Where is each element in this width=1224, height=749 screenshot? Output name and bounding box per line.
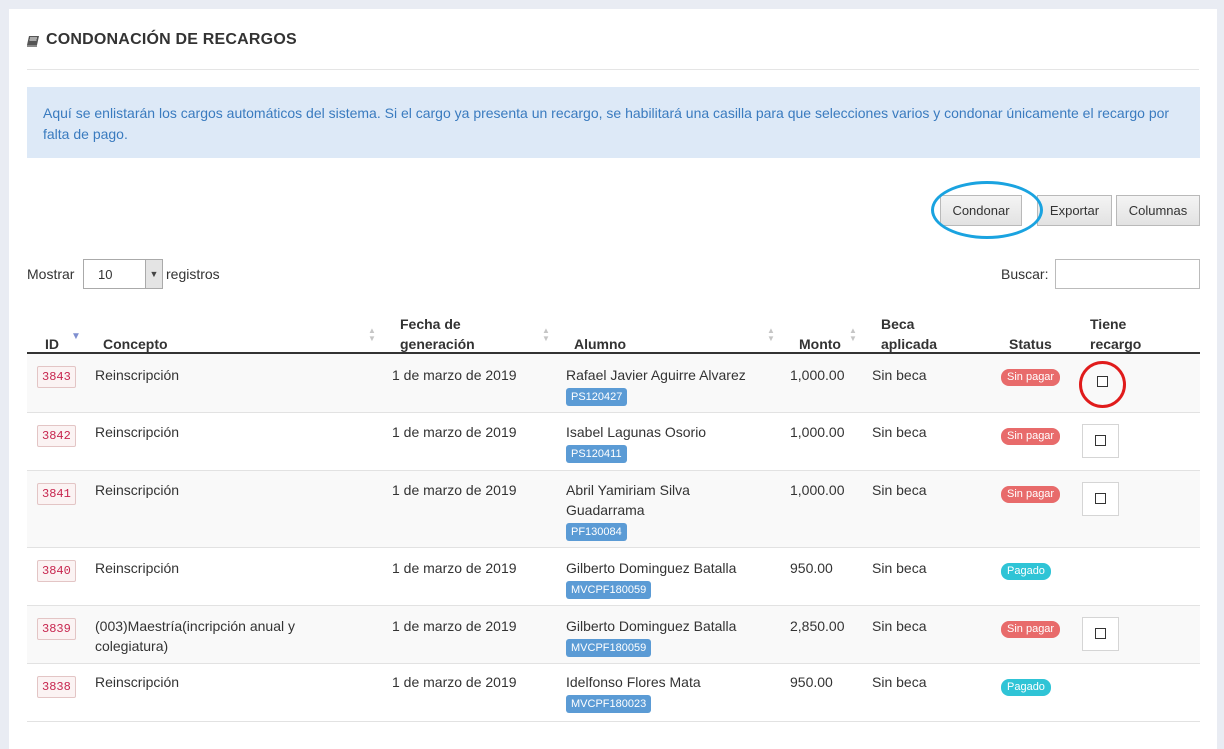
id-tag: 3841 bbox=[37, 483, 76, 505]
chevron-down-icon: ▼ bbox=[145, 260, 162, 288]
status-badge: Sin pagar bbox=[1001, 369, 1061, 386]
beca-cell: Sin beca bbox=[872, 618, 927, 634]
fecha-cell: 1 de marzo de 2019 bbox=[392, 560, 517, 576]
book-icon bbox=[27, 36, 39, 47]
monto-cell: 2,850.00 bbox=[790, 618, 845, 634]
checkbox-square bbox=[1095, 435, 1106, 446]
export-button[interactable]: Exportar bbox=[1037, 195, 1112, 226]
sort-both-icon: ▲ ▼ bbox=[542, 326, 550, 343]
concepto-cell: Reinscripción bbox=[95, 482, 180, 498]
matricula-tag: PF130084 bbox=[566, 523, 627, 541]
student-name: Abril Yamiriam Silva Guadarrama bbox=[566, 482, 690, 518]
search-label: Buscar: bbox=[1001, 266, 1049, 282]
table-row[interactable]: 3843 Reinscripción 1 de marzo de 2019 Ra… bbox=[27, 354, 1200, 413]
student-name: Gilberto Dominguez Batalla bbox=[566, 618, 737, 634]
recargo-checkbox[interactable] bbox=[1082, 424, 1119, 458]
col-header-recargo[interactable]: Tiene recargo bbox=[1090, 314, 1141, 354]
recargo-checkbox[interactable] bbox=[1097, 376, 1108, 387]
alumno-cell: Abril Yamiriam Silva Guadarrama PF130084 bbox=[566, 480, 741, 541]
beca-cell: Sin beca bbox=[872, 560, 927, 576]
alumno-cell: Gilberto Dominguez Batalla MVCPF180059 bbox=[566, 616, 766, 657]
col-header-concepto[interactable]: Concepto bbox=[103, 334, 168, 354]
col-header-status[interactable]: Status bbox=[1009, 334, 1052, 354]
id-tag: 3839 bbox=[37, 618, 76, 640]
page-length-value: 10 bbox=[98, 267, 113, 282]
beca-cell: Sin beca bbox=[872, 482, 927, 498]
alumno-cell: Idelfonso Flores Mata MVCPF180023 bbox=[566, 672, 766, 713]
fecha-cell: 1 de marzo de 2019 bbox=[392, 618, 517, 634]
sort-desc-icon: ▼ bbox=[71, 331, 81, 342]
alumno-cell: Rafael Javier Aguirre Alvarez PS120427 bbox=[566, 365, 766, 406]
recargo-checkbox[interactable] bbox=[1082, 617, 1119, 651]
matricula-tag: PS120427 bbox=[566, 388, 628, 406]
recargo-checkbox[interactable] bbox=[1082, 482, 1119, 516]
concepto-cell: (003)Maestría(incripción anual y colegia… bbox=[95, 618, 295, 654]
matricula-tag: MVCPF180059 bbox=[566, 639, 652, 657]
id-tag: 3842 bbox=[37, 425, 76, 447]
concepto-cell: Reinscripción bbox=[95, 424, 180, 440]
concepto-cell: Reinscripción bbox=[95, 367, 180, 383]
student-name: Gilberto Dominguez Batalla bbox=[566, 560, 737, 576]
concepto-cell: Reinscripción bbox=[95, 560, 180, 576]
monto-cell: 1,000.00 bbox=[790, 482, 845, 498]
alumno-cell: Gilberto Dominguez Batalla MVCPF180059 bbox=[566, 558, 766, 599]
beca-cell: Sin beca bbox=[872, 424, 927, 440]
page-length-label: Mostrar bbox=[27, 266, 75, 282]
col-header-fecha[interactable]: Fecha de generación bbox=[400, 314, 475, 354]
id-tag: 3838 bbox=[37, 676, 76, 698]
page-length-select[interactable]: 10 ▼ bbox=[83, 259, 163, 289]
status-badge: Pagado bbox=[1001, 563, 1051, 580]
col-header-id[interactable]: ID bbox=[45, 334, 59, 354]
condonar-button[interactable]: Condonar bbox=[940, 195, 1022, 226]
student-name: Idelfonso Flores Mata bbox=[566, 674, 701, 690]
monto-cell: 950.00 bbox=[790, 674, 833, 690]
table-row[interactable]: 3838 Reinscripción 1 de marzo de 2019 Id… bbox=[27, 664, 1200, 722]
matricula-tag: MVCPF180059 bbox=[566, 581, 652, 599]
sort-both-icon: ▲ ▼ bbox=[767, 326, 775, 343]
fecha-cell: 1 de marzo de 2019 bbox=[392, 424, 517, 440]
col-header-monto[interactable]: Monto bbox=[799, 334, 841, 354]
status-badge: Sin pagar bbox=[1001, 621, 1061, 638]
monto-cell: 1,000.00 bbox=[790, 367, 845, 383]
matricula-tag: MVCPF180023 bbox=[566, 695, 652, 713]
monto-cell: 1,000.00 bbox=[790, 424, 845, 440]
columns-button[interactable]: Columnas bbox=[1116, 195, 1200, 226]
fecha-cell: 1 de marzo de 2019 bbox=[392, 482, 517, 498]
main-panel: CONDONACIÓN DE RECARGOS Aquí se enlistar… bbox=[9, 9, 1217, 749]
fecha-cell: 1 de marzo de 2019 bbox=[392, 367, 517, 383]
status-badge: Pagado bbox=[1001, 679, 1051, 696]
id-tag: 3843 bbox=[37, 366, 76, 388]
col-header-alumno[interactable]: Alumno bbox=[574, 334, 626, 354]
checkbox-square bbox=[1095, 493, 1106, 504]
records-label: registros bbox=[166, 266, 220, 282]
id-tag: 3840 bbox=[37, 560, 76, 582]
beca-cell: Sin beca bbox=[872, 674, 927, 690]
search-input[interactable] bbox=[1055, 259, 1200, 289]
student-name: Isabel Lagunas Osorio bbox=[566, 424, 707, 440]
table-header: ID ▼ Concepto ▲ ▼ Fecha de generación ▲ ▼ … bbox=[27, 299, 1200, 354]
col-header-beca[interactable]: Beca aplicada bbox=[881, 314, 937, 354]
info-alert: Aquí se enlistarán los cargos automático… bbox=[27, 87, 1200, 158]
status-badge: Sin pagar bbox=[1001, 428, 1061, 445]
status-badge: Sin pagar bbox=[1001, 486, 1061, 503]
sort-both-icon: ▲ ▼ bbox=[849, 326, 857, 343]
table-row[interactable]: 3839 (003)Maestría(incripción anual y co… bbox=[27, 606, 1200, 664]
table-row[interactable]: 3842 Reinscripción 1 de marzo de 2019 Is… bbox=[27, 413, 1200, 471]
monto-cell: 950.00 bbox=[790, 560, 833, 576]
checkbox-square bbox=[1095, 628, 1106, 639]
concepto-cell: Reinscripción bbox=[95, 674, 180, 690]
beca-cell: Sin beca bbox=[872, 367, 927, 383]
student-name: Rafael Javier Aguirre Alvarez bbox=[566, 367, 746, 383]
fecha-cell: 1 de marzo de 2019 bbox=[392, 674, 517, 690]
table-row[interactable]: 3841 Reinscripción 1 de marzo de 2019 Ab… bbox=[27, 471, 1200, 548]
page-header: CONDONACIÓN DE RECARGOS bbox=[27, 31, 1199, 70]
alumno-cell: Isabel Lagunas Osorio PS120411 bbox=[566, 422, 766, 463]
matricula-tag: PS120411 bbox=[566, 445, 627, 463]
sort-both-icon: ▲ ▼ bbox=[368, 326, 376, 343]
table-row[interactable]: 3840 Reinscripción 1 de marzo de 2019 Gi… bbox=[27, 548, 1200, 606]
page-title: CONDONACIÓN DE RECARGOS bbox=[46, 31, 297, 48]
